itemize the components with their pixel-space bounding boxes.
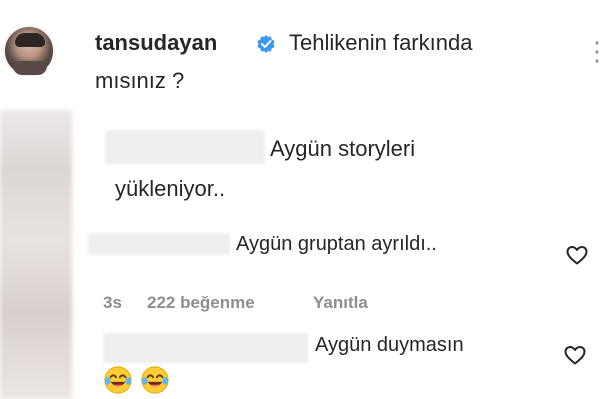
- comment-2-text: Aygün gruptan ayrıldı..: [236, 233, 437, 255]
- more-options-icon[interactable]: ⋮: [584, 36, 600, 67]
- blurred-username: [103, 333, 308, 363]
- reply-button[interactable]: Yanıtla: [313, 293, 368, 313]
- heart-outline-icon[interactable]: [563, 343, 587, 367]
- avatar-hair: [15, 33, 45, 47]
- comment-3-text: Aygün duymasın: [315, 334, 464, 356]
- caption-line-1: Tehlikenin farkında: [289, 30, 473, 55]
- blurred-username: [88, 233, 230, 255]
- avatar-shirt: [13, 61, 47, 75]
- blurred-left-strip: [0, 110, 72, 399]
- avatar[interactable]: [3, 25, 55, 77]
- face-with-tears-of-joy-emoji: [104, 366, 132, 394]
- comment-time: 3s: [103, 293, 122, 312]
- heart-outline-icon[interactable]: [565, 243, 589, 267]
- username[interactable]: tansudayan: [95, 30, 217, 56]
- blurred-username: [105, 130, 265, 164]
- comment-1-line-2: yükleniyor..: [115, 176, 226, 201]
- face-with-tears-of-joy-emoji: [141, 366, 169, 394]
- verified-badge-icon: [257, 35, 275, 53]
- comment-1-line-1: Aygün storyleri: [270, 136, 416, 161]
- caption-line-2: mısınız ?: [95, 68, 185, 93]
- likes-count[interactable]: 222 beğenme: [147, 293, 255, 313]
